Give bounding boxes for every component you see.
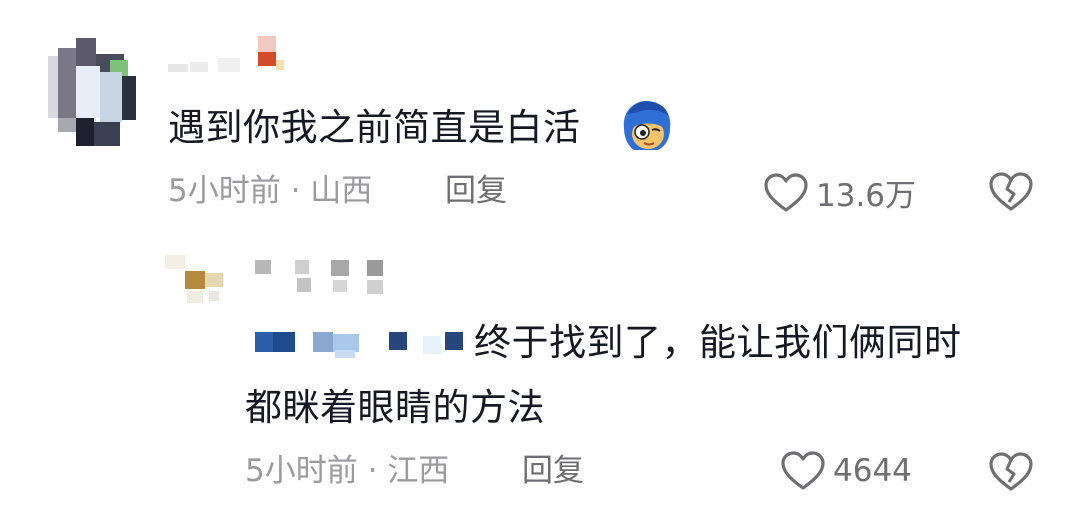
heart-outline-icon <box>781 451 825 490</box>
reply-like-count: 4644 <box>833 453 912 489</box>
heart-outline-icon <box>764 172 808 212</box>
blue-hair-face-emoji <box>623 100 671 150</box>
reply-button[interactable]: 回复 <box>445 176 507 207</box>
comment-meta: 5小时前 · 山西 <box>168 173 373 209</box>
reply-avatar[interactable] <box>165 255 225 305</box>
reply-reply-button[interactable]: 回复 <box>522 456 584 487</box>
username-blurred[interactable] <box>168 36 288 76</box>
user-avatar[interactable] <box>48 38 148 148</box>
reply-like-button[interactable]: 4644 <box>781 451 912 491</box>
comment-text: 遇到你我之前简直是白活 <box>168 106 581 149</box>
like-button[interactable]: 13.6万 <box>764 170 916 215</box>
reply-text-line2: 都眯着眼睛的方法 <box>245 386 545 429</box>
reply-text-line1: 终于找到了，能让我们俩同时 <box>474 321 962 364</box>
reply-username-blurred[interactable] <box>255 258 395 298</box>
like-count: 13.6万 <box>816 178 917 214</box>
mention-blurred[interactable] <box>255 330 470 360</box>
broken-heart-icon[interactable] <box>989 452 1033 492</box>
reply-meta: 5小时前 · 江西 <box>245 453 450 489</box>
broken-heart-icon[interactable] <box>989 172 1033 212</box>
